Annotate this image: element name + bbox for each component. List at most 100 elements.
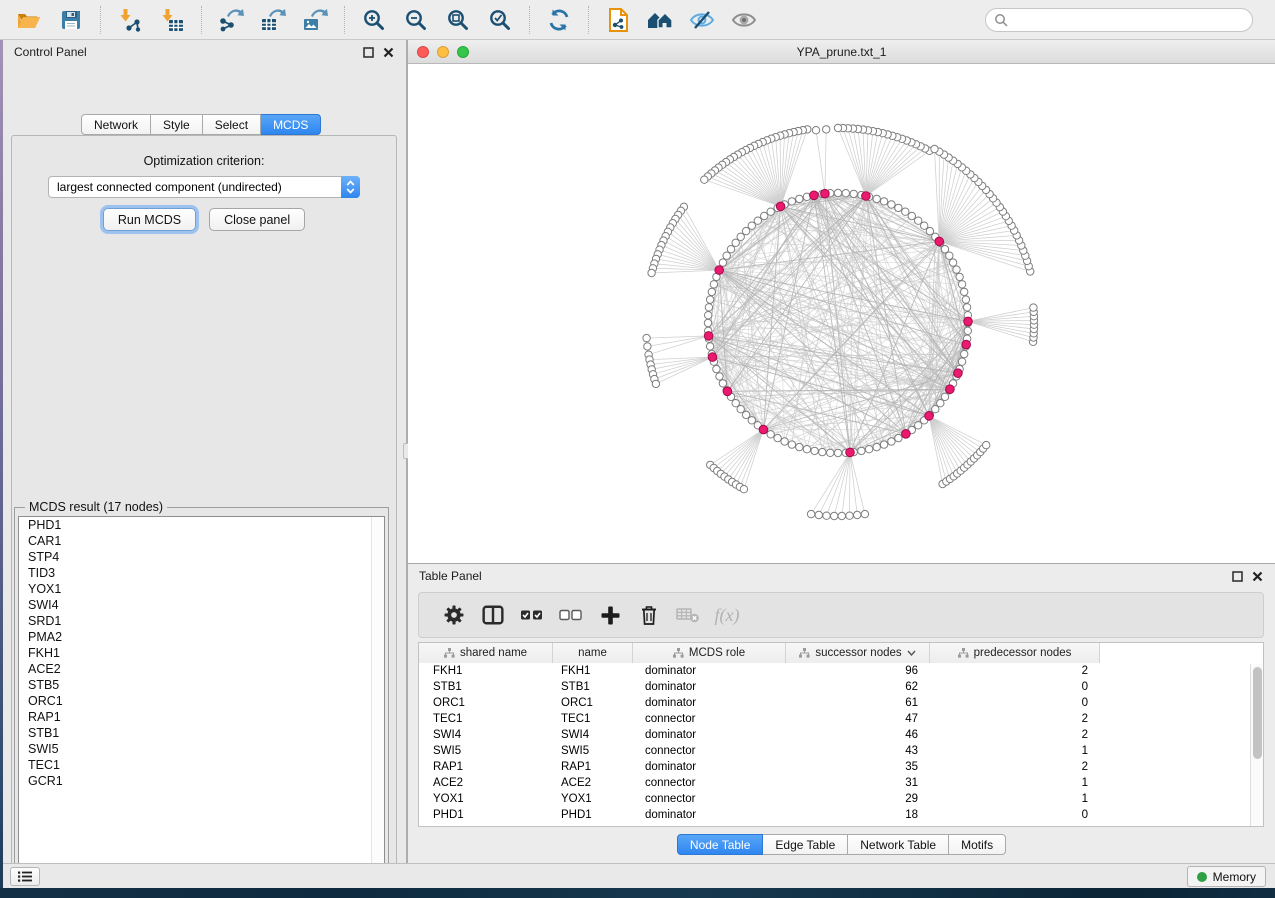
table-row[interactable]: ACE2ACE2connector311 <box>419 775 1263 791</box>
status-list-button[interactable] <box>10 867 40 886</box>
mcds-result-item[interactable]: ACE2 <box>19 661 384 677</box>
table-cell[interactable]: dominator <box>633 727 786 743</box>
mcds-result-item[interactable]: TEC1 <box>19 757 384 773</box>
table-cell[interactable]: 43 <box>786 743 930 759</box>
mcds-result-item[interactable]: STP4 <box>19 549 384 565</box>
table-cell[interactable]: 96 <box>786 663 930 679</box>
save-session-icon[interactable] <box>54 4 88 36</box>
zoom-out-icon[interactable] <box>399 4 433 36</box>
table-cell[interactable]: RAP1 <box>419 759 553 775</box>
column-header-predecessor-nodes[interactable]: predecessor nodes <box>930 643 1100 663</box>
select-all-checkboxes-icon[interactable] <box>515 598 549 632</box>
settings-gear-icon[interactable] <box>437 598 471 632</box>
table-cell[interactable]: ORC1 <box>553 695 633 711</box>
table-cell[interactable]: PHD1 <box>553 807 633 823</box>
deselect-all-checkboxes-icon[interactable] <box>554 598 588 632</box>
table-tab-motifs[interactable]: Motifs <box>949 834 1006 855</box>
table-cell[interactable]: dominator <box>633 759 786 775</box>
column-header-MCDS-role[interactable]: MCDS role <box>633 643 786 663</box>
table-tab-node-table[interactable]: Node Table <box>677 834 764 855</box>
table-cell[interactable]: 0 <box>930 695 1100 711</box>
table-row[interactable]: FKH1FKH1dominator962 <box>419 663 1263 679</box>
table-cell[interactable]: connector <box>633 743 786 759</box>
float-panel-icon[interactable] <box>362 46 375 59</box>
table-cell[interactable]: PHD1 <box>419 807 553 823</box>
mcds-result-item[interactable]: SWI5 <box>19 741 384 757</box>
table-cell[interactable]: 0 <box>930 807 1100 823</box>
table-cell[interactable]: 47 <box>786 711 930 727</box>
mcds-result-item[interactable]: SRD1 <box>19 613 384 629</box>
table-row[interactable]: RAP1RAP1dominator352 <box>419 759 1263 775</box>
mcds-result-item[interactable]: PHD1 <box>19 517 384 533</box>
tab-style[interactable]: Style <box>151 114 203 135</box>
table-cell[interactable]: 29 <box>786 791 930 807</box>
table-cell[interactable]: ORC1 <box>419 695 553 711</box>
table-cell[interactable]: RAP1 <box>553 759 633 775</box>
mcds-result-item[interactable]: PMA2 <box>19 629 384 645</box>
search-input[interactable] <box>1013 13 1244 27</box>
mcds-result-item[interactable]: STB1 <box>19 725 384 741</box>
tab-network[interactable]: Network <box>81 114 151 135</box>
table-cell[interactable]: STB1 <box>419 679 553 695</box>
mcds-result-item[interactable]: RAP1 <box>19 709 384 725</box>
export-network-icon[interactable] <box>214 4 248 36</box>
delete-column-icon[interactable] <box>632 598 666 632</box>
table-cell[interactable]: connector <box>633 791 786 807</box>
close-panel-icon[interactable] <box>1251 570 1264 583</box>
mcds-result-item[interactable]: CAR1 <box>19 533 384 549</box>
table-cell[interactable]: 2 <box>930 727 1100 743</box>
table-cell[interactable]: YOX1 <box>553 791 633 807</box>
mcds-result-item[interactable]: YOX1 <box>19 581 384 597</box>
zoom-selected-icon[interactable] <box>483 4 517 36</box>
column-header-name[interactable]: name <box>553 643 633 663</box>
table-tab-network-table[interactable]: Network Table <box>848 834 949 855</box>
table-cell[interactable]: FKH1 <box>553 663 633 679</box>
table-cell[interactable]: 2 <box>930 663 1100 679</box>
add-column-icon[interactable] <box>593 598 627 632</box>
table-cell[interactable]: YOX1 <box>419 791 553 807</box>
table-cell[interactable]: FKH1 <box>419 663 553 679</box>
run-mcds-button[interactable]: Run MCDS <box>103 208 196 231</box>
mcds-result-item[interactable]: STB5 <box>19 677 384 693</box>
show-all-networks-icon[interactable] <box>643 4 677 36</box>
table-cell[interactable]: STB1 <box>553 679 633 695</box>
table-cell[interactable]: TEC1 <box>553 711 633 727</box>
table-cell[interactable]: ACE2 <box>553 775 633 791</box>
show-details-icon[interactable] <box>727 4 761 36</box>
export-table-icon[interactable] <box>256 4 290 36</box>
scrollbar-thumb[interactable] <box>1253 667 1262 759</box>
tab-select[interactable]: Select <box>203 114 261 135</box>
table-cell[interactable]: dominator <box>633 663 786 679</box>
table-row[interactable]: SWI4SWI4dominator462 <box>419 727 1263 743</box>
toggle-panel-columns-icon[interactable] <box>476 598 510 632</box>
table-cell[interactable]: SWI5 <box>419 743 553 759</box>
mcds-result-item[interactable]: ORC1 <box>19 693 384 709</box>
table-cell[interactable]: 35 <box>786 759 930 775</box>
close-panel-button[interactable]: Close panel <box>209 208 305 231</box>
table-cell[interactable]: dominator <box>633 679 786 695</box>
table-row[interactable]: STB1STB1dominator620 <box>419 679 1263 695</box>
table-cell[interactable]: SWI4 <box>553 727 633 743</box>
table-cell[interactable]: SWI4 <box>419 727 553 743</box>
table-cell[interactable]: SWI5 <box>553 743 633 759</box>
table-scrollbar[interactable] <box>1250 664 1263 826</box>
table-cell[interactable]: 2 <box>930 711 1100 727</box>
column-header-shared-name[interactable]: shared name <box>419 643 553 663</box>
zoom-in-icon[interactable] <box>357 4 391 36</box>
table-cell[interactable]: 0 <box>930 679 1100 695</box>
table-cell[interactable]: ACE2 <box>419 775 553 791</box>
table-cell[interactable]: connector <box>633 775 786 791</box>
table-cell[interactable]: 62 <box>786 679 930 695</box>
table-cell[interactable]: 31 <box>786 775 930 791</box>
network-graph[interactable] <box>408 64 1275 562</box>
float-panel-icon[interactable] <box>1231 570 1244 583</box>
table-row[interactable]: YOX1YOX1connector291 <box>419 791 1263 807</box>
import-network-icon[interactable] <box>113 4 147 36</box>
column-header-successor-nodes[interactable]: successor nodes <box>786 643 930 663</box>
import-table-icon[interactable] <box>155 4 189 36</box>
network-file-icon[interactable] <box>601 4 635 36</box>
open-session-icon[interactable] <box>12 4 46 36</box>
table-row[interactable]: TEC1TEC1connector472 <box>419 711 1263 727</box>
delete-table-icon[interactable] <box>671 598 705 632</box>
mcds-result-item[interactable]: GCR1 <box>19 773 384 789</box>
